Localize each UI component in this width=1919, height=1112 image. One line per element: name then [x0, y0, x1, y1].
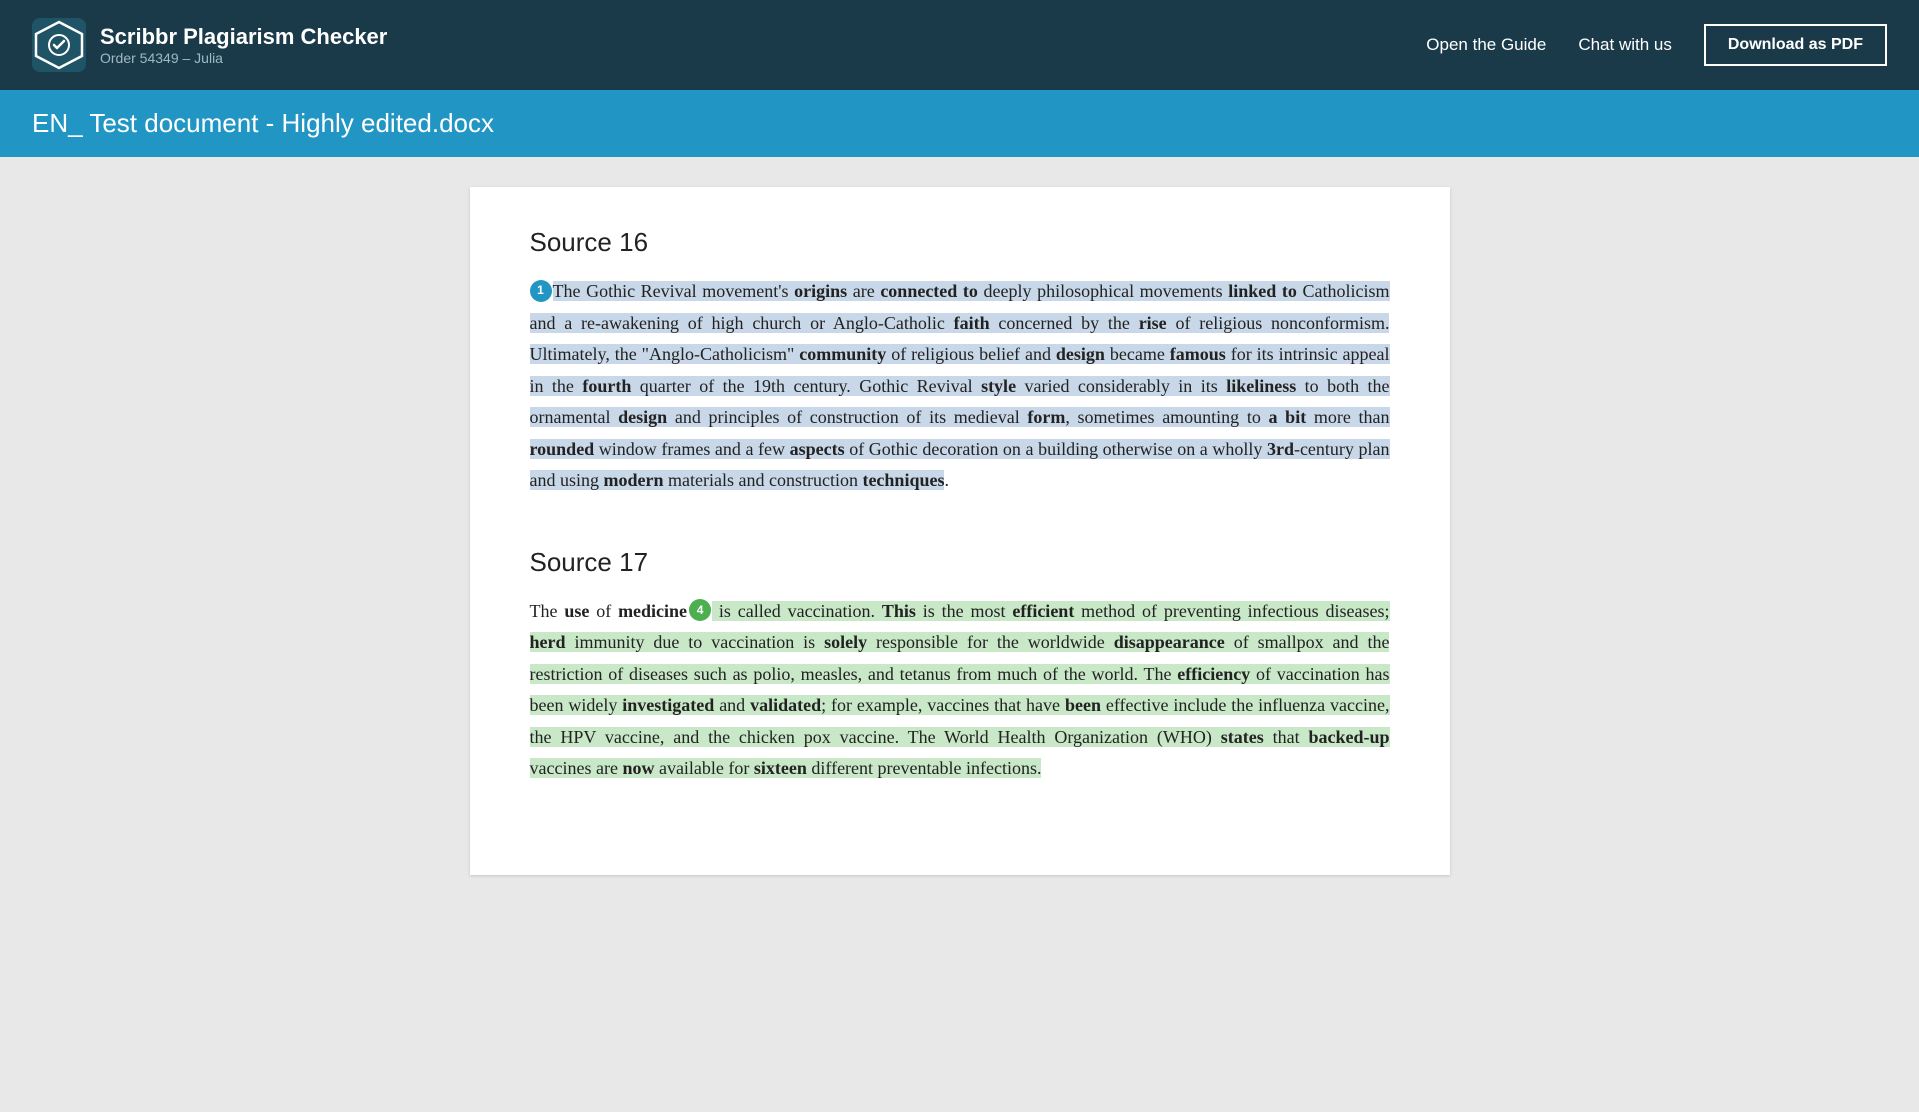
chat-with-us-link[interactable]: Chat with us: [1578, 35, 1672, 55]
badge-1: 1: [530, 280, 552, 302]
document-title: EN_ Test document - Highly edited.docx: [32, 108, 1887, 139]
open-guide-link[interactable]: Open the Guide: [1426, 35, 1546, 55]
logo-area: Scribbr Plagiarism Checker Order 54349 –…: [32, 18, 1426, 72]
source-17-section: Source 17 The use of medicine4 is called…: [530, 547, 1390, 785]
source-16-heading: Source 16: [530, 227, 1390, 258]
header: Scribbr Plagiarism Checker Order 54349 –…: [0, 0, 1919, 90]
source-16-paragraph: 1The Gothic Revival movement's origins a…: [530, 276, 1390, 497]
source-17-paragraph: The use of medicine4 is called vaccinati…: [530, 596, 1390, 785]
text-segment-end: .: [944, 470, 949, 490]
logo-subtitle: Order 54349 – Julia: [100, 50, 387, 66]
text-segment-hl: is called vaccination. This is the most …: [530, 601, 1390, 779]
source-16-section: Source 16 1The Gothic Revival movement's…: [530, 227, 1390, 497]
main-area: Source 16 1The Gothic Revival movement's…: [0, 157, 1919, 1112]
text-segment: The Gothic Revival movement's origins ar…: [530, 281, 1390, 490]
source-17-heading: Source 17: [530, 547, 1390, 578]
header-nav: Open the Guide Chat with us Download as …: [1426, 24, 1887, 66]
text-segment: The use of medicine: [530, 601, 688, 621]
logo-icon: [32, 18, 86, 72]
blue-bar: EN_ Test document - Highly edited.docx: [0, 90, 1919, 157]
logo-text-block: Scribbr Plagiarism Checker Order 54349 –…: [100, 24, 387, 66]
badge-4: 4: [689, 599, 711, 621]
document-panel: Source 16 1The Gothic Revival movement's…: [470, 187, 1450, 875]
logo-title: Scribbr Plagiarism Checker: [100, 24, 387, 50]
download-pdf-button[interactable]: Download as PDF: [1704, 24, 1887, 66]
